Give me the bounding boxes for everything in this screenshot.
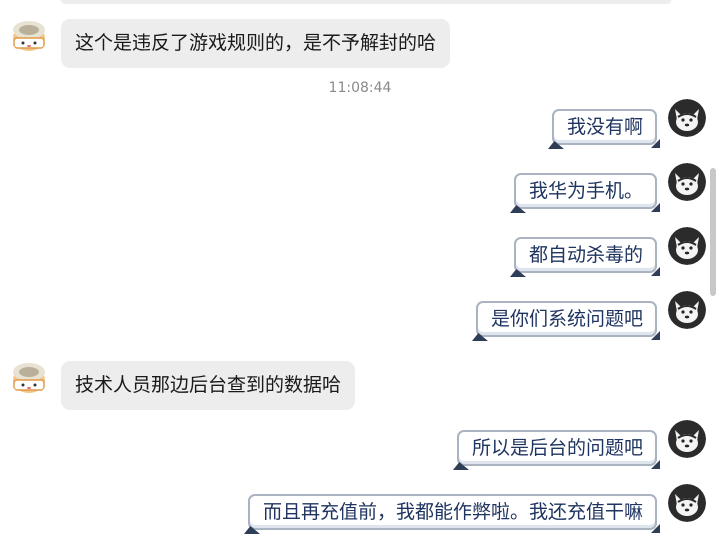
scrollbar[interactable]	[710, 168, 716, 296]
outgoing-message[interactable]: 而且再充值前，我都能作弊啦。我还充值干嘛	[247, 494, 657, 530]
agent-avatar[interactable]	[10, 16, 48, 54]
dark-dog-avatar-icon	[668, 227, 706, 265]
outgoing-message[interactable]: 都自动杀毒的	[513, 237, 657, 273]
outgoing-message[interactable]: 所以是后台的问题吧	[456, 430, 657, 466]
incoming-message[interactable]: 技术人员那边后台查到的数据哈	[61, 361, 356, 410]
incoming-message[interactable]: 这个是违反了游戏规则的，是不予解封的哈	[61, 19, 451, 68]
user-avatar[interactable]	[668, 420, 706, 458]
outgoing-message[interactable]: 我没有啊	[551, 109, 657, 145]
cartoon-cat-avatar-icon	[10, 358, 48, 396]
outgoing-message[interactable]: 是你们系统问题吧	[475, 301, 657, 337]
outgoing-message[interactable]: 我华为手机。	[513, 173, 657, 209]
agent-avatar[interactable]	[10, 358, 48, 396]
user-avatar[interactable]	[668, 99, 706, 137]
user-avatar[interactable]	[668, 291, 706, 329]
cartoon-cat-avatar-icon	[10, 16, 48, 54]
previous-message-bubble	[60, 0, 672, 4]
message-timestamp: 11:08:44	[328, 80, 392, 96]
user-avatar[interactable]	[668, 484, 706, 522]
dark-dog-avatar-icon	[668, 291, 706, 329]
user-avatar[interactable]	[668, 227, 706, 265]
dark-dog-avatar-icon	[668, 420, 706, 458]
user-avatar[interactable]	[668, 163, 706, 201]
dark-dog-avatar-icon	[668, 484, 706, 522]
dark-dog-avatar-icon	[668, 99, 706, 137]
dark-dog-avatar-icon	[668, 163, 706, 201]
